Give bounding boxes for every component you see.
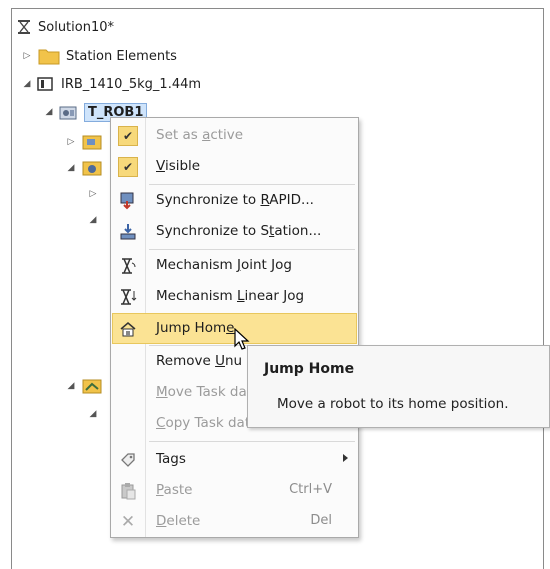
tree-item-hidden-3[interactable]: ▷ — [86, 182, 100, 206]
shortcut-label: Ctrl+V — [289, 482, 332, 497]
expand-right-icon[interactable]: ▷ — [86, 189, 100, 199]
collapse-icon[interactable]: ◢ — [86, 215, 100, 225]
tree-item-hidden-2[interactable]: ◢ — [64, 156, 108, 180]
menu-item-tags[interactable]: Tags — [113, 445, 356, 474]
collapse-icon[interactable]: ◢ — [64, 381, 78, 391]
folder-icon — [38, 47, 60, 65]
tree-item-robot[interactable]: ◢ IRB_1410_5kg_1.44m — [20, 72, 202, 96]
menu-item-joint-jog[interactable]: Mechanism Joint Jog — [113, 251, 356, 280]
menu-item-visible[interactable]: ✔ Visible — [113, 152, 356, 181]
tree-item-station-elements[interactable]: ▷ Station Elements — [20, 44, 177, 68]
sync-to-rapid-icon — [118, 191, 138, 211]
delete-icon: ✕ — [120, 512, 136, 532]
menu-item-sync-station[interactable]: Synchronize to Station... — [113, 217, 356, 246]
station-icon — [16, 19, 32, 35]
robot-controller-icon — [37, 76, 55, 92]
tooltip-body: Move a robot to its home position. — [277, 396, 509, 412]
tree-item-solution[interactable]: Solution10* — [16, 15, 114, 39]
collapse-icon[interactable]: ◢ — [20, 79, 34, 89]
expand-right-icon[interactable]: ▷ — [64, 137, 78, 147]
tooltip-title: Jump Home — [264, 361, 355, 377]
tag-icon — [118, 450, 138, 470]
tree-label-station-elements: Station Elements — [66, 48, 177, 64]
home-icon — [118, 319, 138, 339]
targets-folder-icon — [82, 159, 102, 177]
collapse-icon[interactable]: ◢ — [64, 163, 78, 173]
expand-right-icon[interactable]: ▷ — [20, 51, 34, 61]
paths-folder-icon — [82, 377, 102, 395]
linear-jog-icon — [118, 287, 138, 307]
menu-item-paste[interactable]: Paste Ctrl+V — [113, 476, 356, 505]
tree-label-robot: IRB_1410_5kg_1.44m — [61, 76, 202, 92]
collapse-icon[interactable]: ◢ — [42, 107, 56, 117]
menu-item-delete[interactable]: ✕ Delete Del — [113, 507, 356, 536]
sync-to-station-icon — [118, 222, 138, 242]
collapse-icon[interactable]: ◢ — [86, 409, 100, 419]
tree-label-solution: Solution10* — [38, 19, 115, 35]
joint-jog-icon — [118, 256, 138, 276]
task-settings-icon — [82, 133, 102, 151]
menu-item-linear-jog[interactable]: Mechanism Linear Jog — [113, 282, 356, 311]
paste-icon — [118, 481, 138, 501]
task-icon — [58, 103, 78, 121]
tree-item-hidden-5[interactable]: ◢ — [64, 374, 108, 398]
tree-item-hidden-6[interactable]: ◢ — [86, 402, 100, 426]
menu-item-sync-rapid[interactable]: Synchronize to RAPID... — [113, 186, 356, 215]
mouse-cursor-icon — [234, 327, 250, 356]
menu-separator — [149, 184, 355, 185]
menu-item-set-as-active[interactable]: ✔ Set as active — [113, 121, 356, 150]
check-icon: ✔ — [118, 157, 138, 177]
menu-separator — [149, 249, 355, 250]
check-icon: ✔ — [118, 126, 138, 146]
tree-item-hidden-4[interactable]: ◢ — [86, 208, 100, 232]
tree-item-hidden-1[interactable]: ▷ — [64, 130, 108, 154]
submenu-arrow-icon — [343, 454, 348, 462]
menu-separator — [149, 441, 355, 442]
tooltip: Jump Home Move a robot to its home posit… — [247, 345, 550, 428]
shortcut-label: Del — [310, 513, 332, 528]
